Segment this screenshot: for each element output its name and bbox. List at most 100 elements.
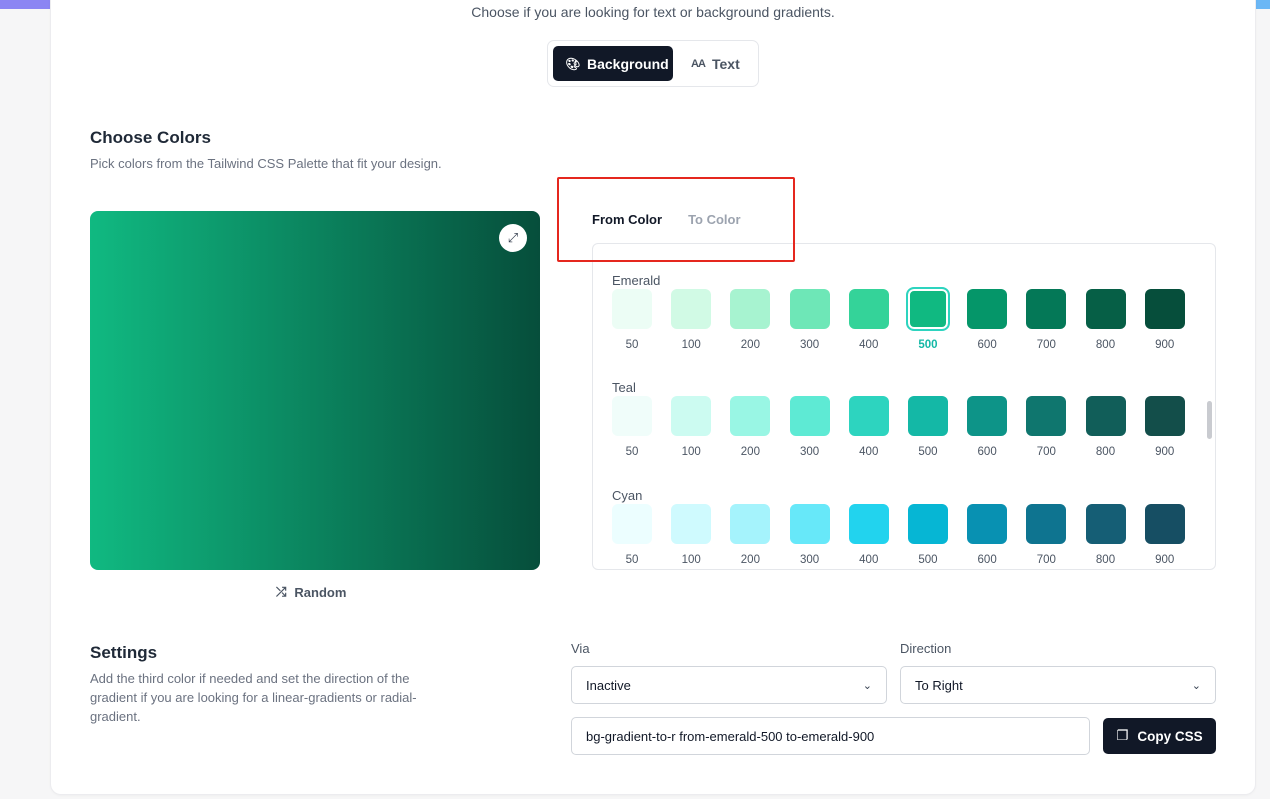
color-swatch-cyan-600[interactable] xyxy=(967,503,1008,544)
color-swatch-cyan-900[interactable] xyxy=(1144,503,1185,544)
color-swatch-teal-200[interactable] xyxy=(730,396,771,436)
swatch-shade-label: 500 xyxy=(918,553,938,566)
swatch-shade-label: 700 xyxy=(1036,553,1056,566)
via-label: Via xyxy=(571,641,590,656)
swatch-shade-label: 500 xyxy=(918,446,938,458)
color-swatch-emerald-50[interactable] xyxy=(612,288,652,329)
palette-scrollbar[interactable] xyxy=(1207,401,1212,439)
swatch-shade-label: 300 xyxy=(799,553,820,566)
chevron-down-icon: ⌄ xyxy=(862,679,872,692)
color-swatch-emerald-300[interactable] xyxy=(789,288,830,329)
swatch-cell: 400 xyxy=(848,503,908,566)
settings-title: Settings xyxy=(90,643,158,662)
swatch-cell: 900 xyxy=(1144,396,1204,458)
color-swatch-teal-900[interactable] xyxy=(1144,396,1185,436)
color-swatch-cyan-100[interactable] xyxy=(671,503,712,544)
swatch-shade-label: 100 xyxy=(681,553,701,566)
mode-subtitle: Choose if you are looking for text or ba… xyxy=(471,4,835,20)
color-swatch-teal-300[interactable] xyxy=(789,396,830,436)
swatch-shade-label: 50 xyxy=(625,553,639,566)
swatch-shade-label: 700 xyxy=(1036,446,1056,458)
text-mode-button[interactable]: AA Text xyxy=(673,46,740,81)
swatch-row: 50 100 200 300 400 500 600 700 800 900 xyxy=(612,286,1204,351)
color-palette[interactable]: Green50100200300400500600700800900Emeral… xyxy=(592,243,1216,570)
swatch-cell: 50 xyxy=(612,396,671,458)
color-swatch-cyan-50[interactable] xyxy=(612,503,652,544)
color-swatch-emerald-600[interactable] xyxy=(967,288,1008,329)
shuffle-icon: ⤮ xyxy=(276,584,287,599)
swatch-cell: 400 xyxy=(848,288,908,351)
swatch-shade-label: 50 xyxy=(625,338,639,351)
swatch-cell: 200 xyxy=(730,396,789,458)
top-right-accent xyxy=(1256,0,1270,9)
swatch-cell: 800 xyxy=(1085,288,1145,351)
color-swatch-teal-400[interactable] xyxy=(848,396,889,436)
mode-toggle: 🎨︎ Background AA Text xyxy=(547,40,759,87)
swatch-shade-label: 500 xyxy=(918,338,938,351)
text-size-icon: AA xyxy=(691,57,706,70)
color-swatch-cyan-500[interactable] xyxy=(907,503,948,544)
swatch-cell: 500 xyxy=(905,286,967,351)
swatch-shade-label: 100 xyxy=(681,338,701,351)
copy-css-button[interactable]: ❐ Copy CSS xyxy=(1103,718,1216,754)
swatch-shade-label: 200 xyxy=(740,338,760,351)
tailwind-class-input[interactable] xyxy=(571,717,1090,755)
color-swatch-emerald-800[interactable] xyxy=(1085,288,1126,329)
direction-select-value: To Right xyxy=(915,677,963,693)
color-swatch-emerald-200[interactable] xyxy=(730,288,771,329)
color-swatch-emerald-700[interactable] xyxy=(1026,288,1067,329)
tab-to-color[interactable]: To Color xyxy=(688,212,740,227)
color-swatch-cyan-700[interactable] xyxy=(1026,503,1067,544)
tab-from-color[interactable]: From Color xyxy=(592,212,662,227)
swatch-cell: 200 xyxy=(730,503,789,566)
color-swatch-cyan-400[interactable] xyxy=(848,503,889,544)
color-swatch-emerald-400[interactable] xyxy=(848,288,889,329)
color-swatch-emerald-900[interactable] xyxy=(1144,288,1185,329)
swatch-cell: 700 xyxy=(1026,288,1085,351)
swatch-cell: 100 xyxy=(671,396,730,458)
color-swatch-teal-100[interactable] xyxy=(671,396,712,436)
swatch-cell: 700 xyxy=(1026,396,1085,458)
color-swatch-cyan-800[interactable] xyxy=(1085,503,1126,544)
choose-colors-title: Choose Colors xyxy=(90,128,211,147)
swatch-shade-label: 400 xyxy=(859,553,879,566)
color-swatch-emerald-500[interactable] xyxy=(905,286,950,331)
copy-css-label: Copy CSS xyxy=(1137,728,1203,744)
expand-icon[interactable]: ⤢ xyxy=(499,224,527,252)
swatch-row: 50 100 200 300 400 500 600 700 800 900 xyxy=(612,396,1204,458)
swatch-shade-label: 600 xyxy=(977,338,997,351)
color-swatch-cyan-300[interactable] xyxy=(789,503,830,544)
swatch-cell: 900 xyxy=(1144,503,1204,566)
swatch-cell: 800 xyxy=(1085,396,1145,458)
random-button[interactable]: ⤮ Random xyxy=(276,584,346,600)
swatch-shade-label: 200 xyxy=(740,553,760,566)
swatch-cell: 500 xyxy=(907,503,967,566)
swatch-cell: 50 xyxy=(612,503,671,566)
chevron-down-icon: ⌄ xyxy=(1191,679,1201,692)
color-swatch-teal-500[interactable] xyxy=(907,396,948,436)
color-swatch-teal-800[interactable] xyxy=(1085,396,1126,436)
swatch-shade-label: 50 xyxy=(625,446,639,458)
swatch-cell: 300 xyxy=(789,396,849,458)
color-swatch-cyan-200[interactable] xyxy=(730,503,771,544)
direction-select[interactable]: To Right ⌄ xyxy=(900,666,1216,704)
swatch-shade-label: 900 xyxy=(1155,553,1175,566)
color-swatch-teal-700[interactable] xyxy=(1026,396,1067,436)
choose-colors-description: Pick colors from the Tailwind CSS Palett… xyxy=(90,156,442,171)
swatch-cell: 300 xyxy=(789,503,849,566)
gradient-preview: ⤢ xyxy=(90,211,540,570)
via-select[interactable]: Inactive ⌄ xyxy=(571,666,887,704)
settings-description: Add the third color if needed and set th… xyxy=(90,671,417,724)
swatch-shade-label: 300 xyxy=(799,338,820,351)
color-tabs: From Color To Color xyxy=(592,212,741,227)
color-swatch-teal-600[interactable] xyxy=(967,396,1008,436)
swatch-shade-label: 800 xyxy=(1095,446,1116,458)
text-mode-label: Text xyxy=(712,55,740,72)
swatch-cell: 100 xyxy=(671,503,730,566)
color-swatch-teal-50[interactable] xyxy=(612,396,652,436)
swatch-cell: 700 xyxy=(1026,503,1085,566)
color-swatch-emerald-100[interactable] xyxy=(671,288,712,329)
swatch-cell: 200 xyxy=(730,288,789,351)
swatch-shade-label: 600 xyxy=(977,446,997,458)
background-mode-button[interactable]: 🎨︎ Background xyxy=(553,46,673,81)
